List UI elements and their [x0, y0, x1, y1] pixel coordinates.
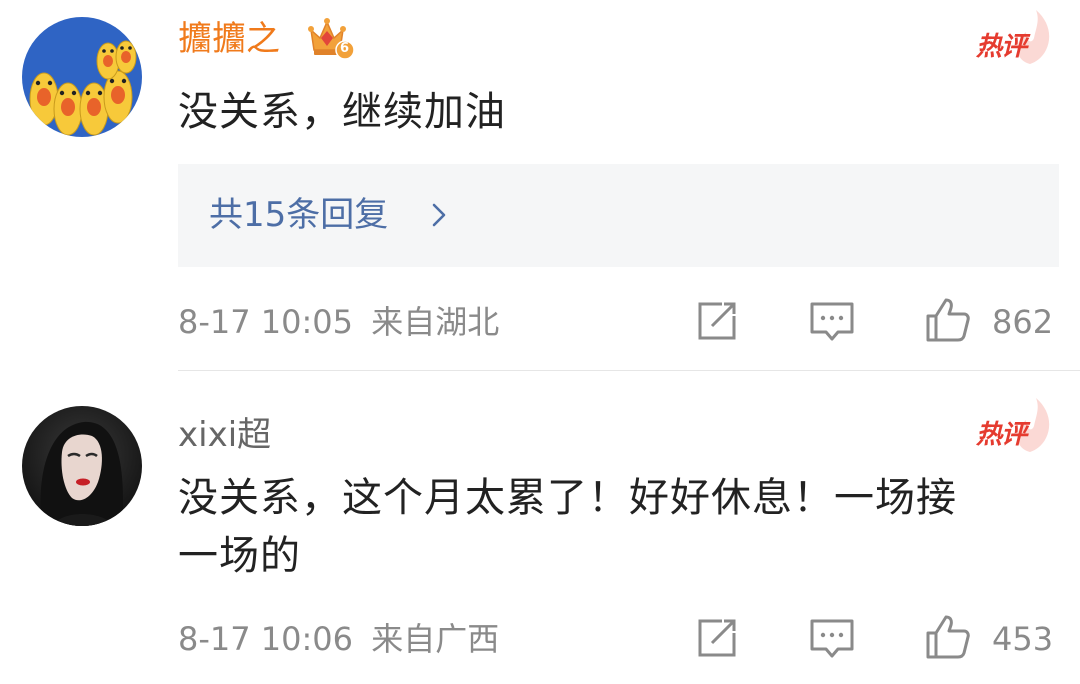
chevron-right-icon	[432, 203, 446, 227]
location: 来自广西	[371, 620, 500, 658]
username[interactable]: 攟攟之	[178, 19, 280, 59]
share-icon[interactable]	[692, 298, 740, 346]
comment-text-line: 一场的	[178, 533, 301, 579]
like-count: 453	[992, 620, 1054, 658]
badge-level: 6	[340, 41, 350, 56]
username[interactable]: xixi超	[178, 415, 271, 455]
reply-comment-icon[interactable]	[808, 615, 856, 663]
hot-comment-label: 热评	[976, 32, 1027, 62]
view-replies-button[interactable]: 共15条回复	[178, 164, 1059, 267]
comment-item: 攟攟之 6 热评 没关系，继续加油 共15条回复 8-17 10:05 来自湖北	[0, 0, 1080, 370]
like-icon[interactable]	[924, 296, 972, 344]
hot-comment-tag: 热评	[970, 8, 1052, 66]
timestamp: 8-17 10:05	[178, 303, 354, 341]
location: 来自湖北	[371, 303, 500, 341]
portrait-avatar-icon	[22, 406, 142, 526]
comment-text: 没关系，这个月太累了！好好休息！一场接 一场的	[178, 469, 1058, 585]
crown-vip-badge-icon[interactable]: 6	[307, 16, 355, 60]
comment-meta: 8-17 10:06 来自广西	[178, 619, 499, 659]
avatar[interactable]	[22, 17, 142, 137]
like-count: 862	[992, 303, 1054, 341]
timestamp: 8-17 10:06	[178, 620, 354, 658]
comment-item: xixi超 热评 没关系，这个月太累了！好好休息！一场接 一场的 8-17 10…	[0, 371, 1080, 684]
duck-avatar-icon	[22, 17, 142, 137]
comment-text: 没关系，继续加油	[178, 89, 506, 135]
hot-comment-label: 热评	[976, 420, 1027, 450]
reply-comment-icon[interactable]	[808, 298, 856, 346]
replies-count-label: 共15条回复	[209, 195, 389, 235]
avatar[interactable]	[22, 406, 142, 526]
like-icon[interactable]	[924, 613, 972, 661]
hot-comment-tag: 热评	[970, 396, 1052, 454]
comment-meta: 8-17 10:05 来自湖北	[178, 302, 499, 342]
comment-text-line: 没关系，这个月太累了！好好休息！一场接	[178, 475, 957, 521]
share-icon[interactable]	[692, 615, 740, 663]
